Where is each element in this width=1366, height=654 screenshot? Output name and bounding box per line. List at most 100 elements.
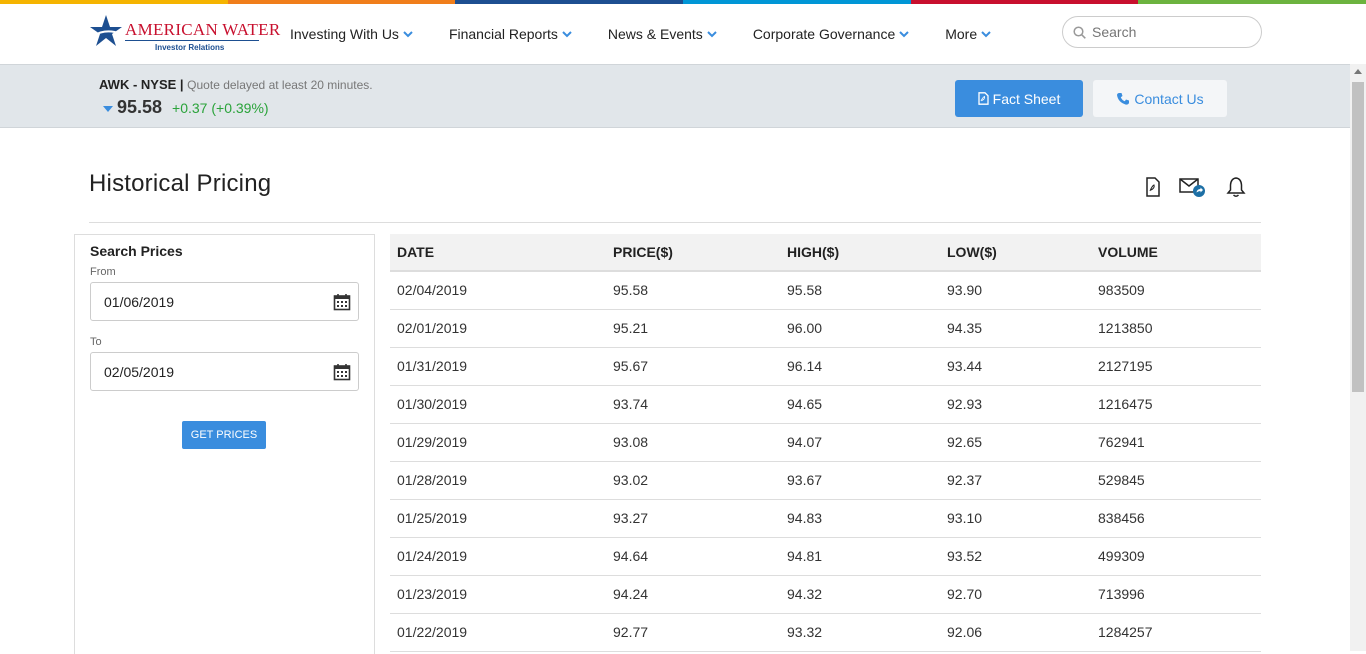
page-scrollbar[interactable] bbox=[1350, 64, 1366, 651]
cell-high: 96.14 bbox=[780, 347, 940, 386]
contact-us-button[interactable]: Contact Us bbox=[1093, 80, 1227, 117]
cell-volume: 1213850 bbox=[1091, 309, 1261, 348]
from-label: From bbox=[90, 266, 116, 278]
cell-high: 96.00 bbox=[780, 309, 940, 348]
cell-volume: 1284257 bbox=[1091, 613, 1261, 652]
cell-low: 92.37 bbox=[940, 461, 1091, 500]
column-header-volume[interactable]: VOLUME bbox=[1091, 234, 1261, 272]
cell-volume: 1216475 bbox=[1091, 385, 1261, 424]
nav-news-events[interactable]: News & Events bbox=[608, 26, 717, 42]
fact-sheet-button[interactable]: Fact Sheet bbox=[955, 80, 1083, 117]
to-label: To bbox=[90, 336, 102, 348]
table-row: 01/30/2019 93.74 94.65 92.93 1216475 bbox=[390, 385, 1261, 424]
cell-low: 92.06 bbox=[940, 613, 1091, 652]
cell-date: 01/29/2019 bbox=[390, 423, 606, 462]
search-prices-panel: Search Prices From 01/06/2019 To 02/05/2… bbox=[74, 234, 375, 654]
ticker-line: AWK - NYSE | Quote delayed at least 20 m… bbox=[99, 77, 373, 92]
cell-low: 92.70 bbox=[940, 575, 1091, 614]
cell-price: 93.08 bbox=[606, 423, 780, 462]
ticker-separator: | bbox=[176, 77, 188, 92]
cell-low: 93.10 bbox=[940, 499, 1091, 538]
cell-high: 93.32 bbox=[780, 613, 940, 652]
search-box[interactable] bbox=[1062, 16, 1262, 48]
cell-high: 94.81 bbox=[780, 537, 940, 576]
nav-label: Financial Reports bbox=[448, 26, 558, 42]
table-header-row: DATE PRICE($) HIGH($) LOW($) VOLUME bbox=[390, 234, 1261, 272]
page-tools bbox=[1145, 176, 1265, 203]
table-row: 02/01/2019 95.21 96.00 94.35 1213850 bbox=[390, 309, 1261, 348]
cell-date: 02/04/2019 bbox=[390, 271, 606, 310]
historical-pricing-table: DATE PRICE($) HIGH($) LOW($) VOLUME 02/0… bbox=[390, 234, 1261, 652]
cell-price: 94.24 bbox=[606, 575, 780, 614]
nav-corporate-governance[interactable]: Corporate Governance bbox=[753, 26, 909, 42]
cell-price: 95.58 bbox=[606, 271, 780, 310]
cell-volume: 499309 bbox=[1091, 537, 1261, 576]
cell-date: 01/24/2019 bbox=[390, 537, 606, 576]
table-row: 01/29/2019 93.08 94.07 92.65 762941 bbox=[390, 423, 1261, 462]
nav-label: Corporate Governance bbox=[752, 26, 896, 42]
cell-date: 01/31/2019 bbox=[390, 347, 606, 386]
column-header-low[interactable]: LOW($) bbox=[940, 234, 1091, 272]
search-prices-title: Search Prices bbox=[90, 243, 183, 259]
stock-quote-bar: AWK - NYSE | Quote delayed at least 20 m… bbox=[0, 64, 1350, 128]
cell-high: 94.32 bbox=[780, 575, 940, 614]
cell-low: 93.44 bbox=[940, 347, 1091, 386]
table-row: 01/28/2019 93.02 93.67 92.37 529845 bbox=[390, 461, 1261, 500]
cell-volume: 838456 bbox=[1091, 499, 1261, 538]
table-row: 01/24/2019 94.64 94.81 93.52 499309 bbox=[390, 537, 1261, 576]
nav-label: Investing With Us bbox=[290, 26, 399, 42]
delay-note: Quote delayed at least 20 minutes. bbox=[187, 78, 373, 92]
cell-volume: 529845 bbox=[1091, 461, 1261, 500]
cell-date: 01/25/2019 bbox=[390, 499, 606, 538]
table-row: 01/31/2019 95.67 96.14 93.44 2127195 bbox=[390, 347, 1261, 386]
cell-volume: 2127195 bbox=[1091, 347, 1261, 386]
nav-financial-reports[interactable]: Financial Reports bbox=[449, 26, 572, 42]
logo-subtitle: Investor Relations bbox=[155, 43, 225, 52]
search-input[interactable] bbox=[1092, 24, 1242, 40]
bell-icon[interactable] bbox=[1225, 176, 1247, 203]
cell-date: 01/30/2019 bbox=[390, 385, 606, 424]
price-line: 95.58 +0.37 (+0.39%) bbox=[103, 97, 269, 118]
table-body: 02/04/2019 95.58 95.58 93.90 983509 02/01/201… bbox=[390, 271, 1261, 652]
cell-low: 92.65 bbox=[940, 423, 1091, 462]
cell-high: 94.83 bbox=[780, 499, 940, 538]
phone-icon bbox=[1117, 92, 1130, 105]
pdf-icon[interactable] bbox=[1145, 177, 1161, 202]
from-date-field[interactable]: 01/06/2019 bbox=[90, 282, 359, 321]
cell-price: 95.67 bbox=[606, 347, 780, 386]
chevron-down-icon bbox=[981, 30, 991, 37]
email-share-icon[interactable] bbox=[1179, 176, 1207, 203]
table-row: 02/04/2019 95.58 95.58 93.90 983509 bbox=[390, 271, 1261, 310]
table-row: 01/22/2019 92.77 93.32 92.06 1284257 bbox=[390, 613, 1261, 652]
cell-volume: 713996 bbox=[1091, 575, 1261, 614]
column-header-price[interactable]: PRICE($) bbox=[606, 234, 780, 272]
logo-divider bbox=[125, 40, 259, 41]
cell-price: 92.77 bbox=[606, 613, 780, 652]
star-logo-icon bbox=[90, 15, 122, 46]
ticker-symbol: AWK - NYSE bbox=[99, 77, 177, 92]
nav-more[interactable]: More bbox=[945, 26, 991, 42]
cell-high: 93.67 bbox=[780, 461, 940, 500]
get-prices-button[interactable]: GET PRICES bbox=[182, 421, 266, 449]
column-header-high[interactable]: HIGH($) bbox=[780, 234, 940, 272]
calendar-icon[interactable] bbox=[333, 293, 351, 311]
cell-price: 93.02 bbox=[606, 461, 780, 500]
cell-date: 01/22/2019 bbox=[390, 613, 606, 652]
scroll-up-arrow-icon[interactable] bbox=[1354, 69, 1362, 74]
fact-sheet-label: Fact Sheet bbox=[992, 90, 1061, 107]
scrollbar-thumb[interactable] bbox=[1352, 82, 1364, 392]
logo-name: AMERICAN WATER bbox=[125, 20, 281, 39]
nav-investing-with-us[interactable]: Investing With Us bbox=[290, 26, 413, 42]
cell-low: 93.52 bbox=[940, 537, 1091, 576]
from-date-value: 01/06/2019 bbox=[104, 293, 175, 310]
american-water-logo[interactable]: AMERICAN WATER Investor Relations bbox=[89, 14, 280, 56]
cell-high: 95.58 bbox=[780, 271, 940, 310]
column-header-date[interactable]: DATE bbox=[390, 234, 606, 272]
to-date-field[interactable]: 02/05/2019 bbox=[90, 352, 359, 391]
chevron-down-icon bbox=[403, 30, 413, 37]
chevron-down-icon bbox=[899, 30, 909, 37]
calendar-icon[interactable] bbox=[333, 363, 351, 381]
table-row: 01/25/2019 93.27 94.83 93.10 838456 bbox=[390, 499, 1261, 538]
cell-price: 95.21 bbox=[606, 309, 780, 348]
contact-us-label: Contact Us bbox=[1134, 90, 1204, 107]
